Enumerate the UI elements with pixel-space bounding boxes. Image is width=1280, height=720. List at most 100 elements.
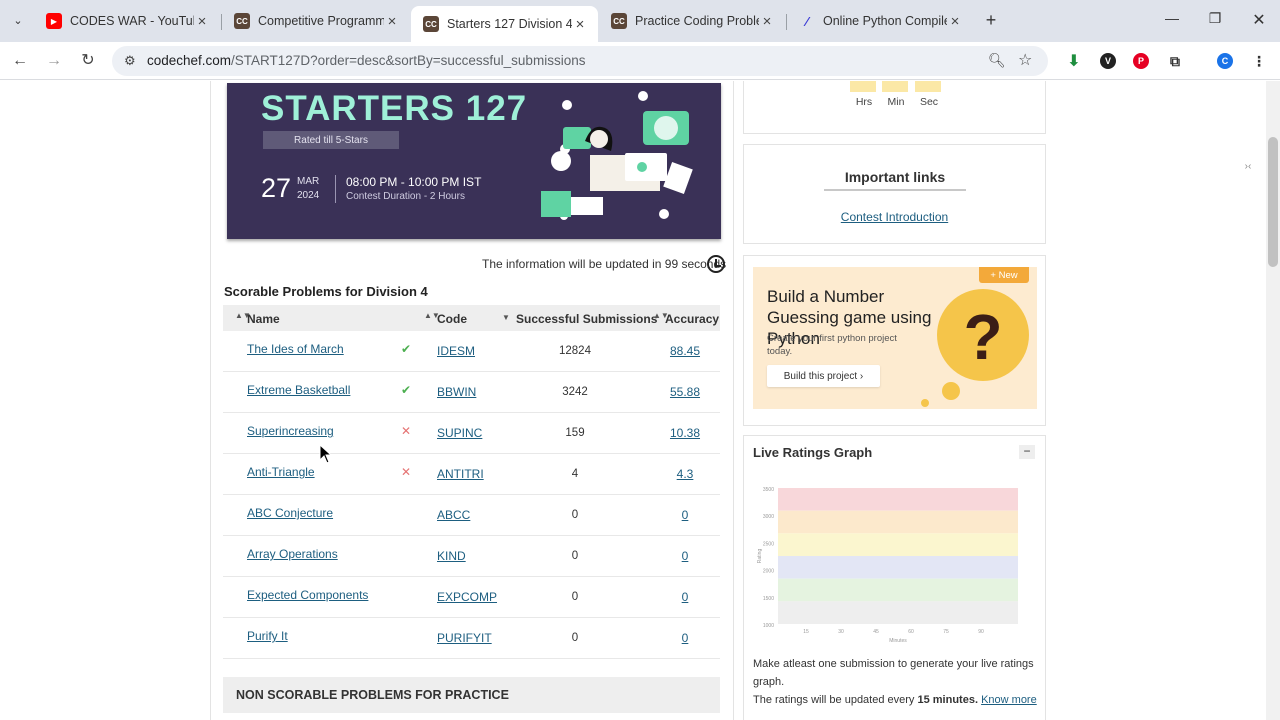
close-icon[interactable]: × — [384, 13, 400, 30]
rating-band — [778, 488, 1018, 511]
accuracy-link[interactable]: 55.88 — [655, 385, 715, 399]
rating-band — [778, 510, 1018, 534]
tab-title: Competitive Programmi — [258, 14, 384, 28]
timer-minutes-label: Min — [887, 96, 905, 108]
problem-name-link[interactable]: Expected Components — [247, 588, 368, 602]
build-project-button[interactable]: Build this project › — [767, 365, 880, 387]
profile-avatar-icon[interactable]: C — [1217, 53, 1233, 69]
header-name[interactable]: Name — [247, 312, 280, 326]
extensions-puzzle-icon[interactable]: ⧉ — [1167, 53, 1183, 69]
codechef-icon: CC — [423, 16, 439, 32]
banner-divider — [335, 175, 336, 203]
banner-month: MAR — [297, 176, 320, 187]
vidiq-extension-icon[interactable]: V — [1100, 53, 1116, 69]
address-bar[interactable]: ⚙ codechef.com/START127D?order=desc&sort… — [112, 46, 1048, 76]
contest-introduction-link[interactable]: Contest Introduction — [744, 210, 1045, 224]
problem-name-link[interactable]: Superincreasing — [247, 424, 334, 438]
close-icon[interactable]: × — [947, 13, 963, 30]
restore-icon[interactable]: ❐ — [1205, 10, 1225, 27]
header-accuracy[interactable]: Accuracy — [665, 312, 719, 326]
scrollbar-thumb[interactable] — [1268, 137, 1278, 267]
rating-band — [778, 578, 1018, 602]
important-links-title: Important links — [824, 169, 966, 191]
accuracy-link[interactable]: 0 — [655, 508, 715, 522]
table-row: Array Operations KIND 0 0 — [223, 536, 720, 577]
problems-table-header: ▲▼ Name ▲▼ Code ▼ Successful Submissions… — [223, 305, 720, 331]
problem-code-link[interactable]: EXPCOMP — [437, 590, 497, 604]
tab-strip: ⌄ ▶ CODES WAR - YouTube × CC Competitive… — [0, 0, 1280, 42]
zoom-search-icon[interactable]: 🔍︎ — [988, 52, 1006, 69]
bookmark-star-icon[interactable]: ☆ — [1018, 50, 1032, 70]
collapse-minus-icon[interactable]: − — [1019, 445, 1035, 459]
banner-title: STARTERS 127 — [261, 89, 528, 128]
problem-code-link[interactable]: KIND — [437, 549, 466, 563]
table-row: Purify It PURIFYIT 0 0 — [223, 618, 720, 659]
programiz-icon: ⁄ — [799, 13, 815, 29]
problem-name-link[interactable]: Purify It — [247, 629, 288, 643]
y-tick-label: 3000 — [763, 514, 774, 520]
site-info-icon[interactable]: ⚙ — [124, 53, 136, 69]
problem-code-link[interactable]: SUPINC — [437, 426, 482, 440]
problem-code-link[interactable]: ABCC — [437, 508, 470, 522]
clock-icon — [707, 255, 725, 273]
rating-band — [778, 533, 1018, 556]
problem-code-link[interactable]: IDESM — [437, 344, 475, 358]
banner-time: 08:00 PM - 10:00 PM IST — [346, 175, 482, 189]
python-project-promo[interactable]: + New Build a Number Guessing game using… — [753, 267, 1037, 409]
scorable-problems-title: Scorable Problems for Division 4 — [224, 284, 428, 299]
timer-hours-label: Hrs — [855, 96, 873, 108]
graph-note-line-1: Make atleast one submission to generate … — [753, 658, 1034, 688]
close-icon[interactable]: × — [572, 16, 588, 33]
tab-search-chevron-icon[interactable]: ⌄ — [8, 8, 28, 32]
x-tick-label: 30 — [838, 629, 844, 635]
problem-name-link[interactable]: Anti-Triangle — [247, 465, 315, 479]
problem-code-link[interactable]: BBWIN — [437, 385, 476, 399]
tab-online-python-compiler[interactable]: ⁄ Online Python Compiler × — [787, 6, 973, 36]
problem-name-link[interactable]: Extreme Basketball — [247, 383, 350, 397]
problem-code-link[interactable]: ANTITRI — [437, 467, 484, 481]
side-widget-chevrons-icon[interactable]: ›‹ — [1236, 161, 1260, 181]
accuracy-link[interactable]: 4.3 — [655, 467, 715, 481]
countdown-timer-card: Hrs Min Sec — [743, 81, 1046, 134]
pinterest-icon[interactable]: P — [1133, 53, 1149, 69]
know-more-link[interactable]: Know more — [981, 694, 1037, 706]
new-tab-plus-icon[interactable]: + — [980, 9, 1002, 31]
accuracy-link[interactable]: 0 — [655, 631, 715, 645]
close-icon[interactable]: × — [194, 13, 210, 30]
reload-icon[interactable]: ↻ — [78, 51, 98, 71]
header-successful-submissions[interactable]: Successful Submissions — [516, 312, 657, 326]
accuracy-link[interactable]: 88.45 — [655, 344, 715, 358]
accuracy-link[interactable]: 0 — [655, 590, 715, 604]
problem-name-link[interactable]: ABC Conjecture — [247, 506, 333, 520]
sort-desc-icon[interactable]: ▼ — [502, 313, 510, 322]
minimize-icon[interactable]: — — [1162, 10, 1182, 26]
tab-starters-127[interactable]: CC Starters 127 Division 4 C × — [411, 6, 598, 42]
contest-banner: STARTERS 127 Rated till 5-Stars 27 MAR 2… — [227, 83, 721, 239]
tab-practice-coding[interactable]: CC Practice Coding Problen × — [599, 6, 785, 36]
problem-name-link[interactable]: Array Operations — [247, 547, 338, 561]
back-arrow-icon[interactable]: ← — [10, 51, 30, 71]
codechef-icon: CC — [611, 13, 627, 29]
problem-name-link[interactable]: The Ides of March — [247, 342, 344, 356]
tab-competitive-programming[interactable]: CC Competitive Programmi × — [222, 6, 410, 36]
close-icon[interactable]: × — [759, 13, 775, 30]
menu-kebab-icon[interactable]: ⋮ — [1251, 53, 1267, 69]
rating-band — [778, 601, 1018, 624]
banner-duration: Contest Duration - 2 Hours — [346, 191, 465, 202]
non-scorable-problems-header[interactable]: NON SCORABLE PROBLEMS FOR PRACTICE — [223, 677, 720, 713]
banner-day: 27 — [261, 173, 292, 203]
tab-youtube[interactable]: ▶ CODES WAR - YouTube × — [34, 6, 220, 36]
table-row: Expected Components EXPCOMP 0 0 — [223, 577, 720, 618]
tab-title: Online Python Compiler — [823, 14, 947, 28]
forward-arrow-icon[interactable]: → — [44, 51, 64, 71]
tab-title: Practice Coding Problen — [635, 14, 759, 28]
problem-code-link[interactable]: PURIFYIT — [437, 631, 492, 645]
timer-seconds-label: Sec — [919, 96, 939, 108]
window-close-icon[interactable]: ✕ — [1249, 10, 1269, 30]
accuracy-link[interactable]: 0 — [655, 549, 715, 563]
page-scrollbar[interactable] — [1266, 81, 1280, 720]
accuracy-link[interactable]: 10.38 — [655, 426, 715, 440]
cross-icon: ✕ — [401, 424, 412, 438]
download-arrow-icon[interactable]: ⬇ — [1066, 53, 1082, 70]
header-code[interactable]: Code — [437, 312, 467, 326]
